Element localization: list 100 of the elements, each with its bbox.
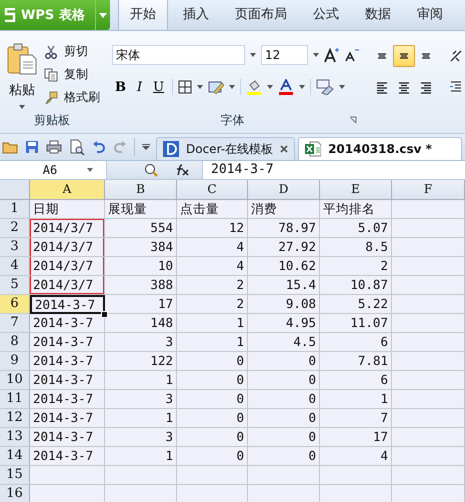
dropdown-caret-icon[interactable] (299, 85, 306, 89)
name-box[interactable]: A6 (0, 161, 107, 179)
clear-format-icon[interactable] (316, 79, 334, 95)
table-cell[interactable]: 10.87 (320, 276, 392, 295)
borders-icon[interactable] (178, 80, 192, 94)
table-cell[interactable]: 2014/3/7 (30, 219, 105, 238)
close-icon[interactable] (280, 145, 288, 153)
table-cell[interactable]: 5.07 (320, 219, 392, 238)
row-header[interactable]: 3 (0, 238, 30, 257)
shrink-font-icon[interactable] (345, 48, 359, 62)
table-cell[interactable]: 0 (177, 390, 248, 409)
customize-caret-icon[interactable] (142, 144, 150, 150)
column-header[interactable]: D (248, 180, 320, 200)
table-cell[interactable] (392, 333, 465, 352)
column-header[interactable]: E (320, 180, 392, 200)
table-cell[interactable] (320, 466, 392, 485)
table-cell[interactable]: 12 (177, 219, 248, 238)
table-cell[interactable] (392, 276, 465, 295)
table-cell[interactable] (392, 200, 465, 219)
row-header[interactable]: 7 (0, 314, 30, 333)
column-header[interactable]: B (105, 180, 177, 200)
table-cell[interactable]: 2014-3-7 (30, 352, 105, 371)
table-cell[interactable]: 1 (320, 390, 392, 409)
table-cell[interactable]: 消费 (248, 200, 320, 219)
row-header[interactable]: 9 (0, 352, 30, 371)
dropdown-caret-icon[interactable] (250, 53, 256, 57)
row-header[interactable]: 4 (0, 257, 30, 276)
document-tab[interactable]: Docer-在线模板 (156, 137, 296, 160)
table-cell[interactable] (392, 428, 465, 447)
table-cell[interactable]: 10.62 (248, 257, 320, 276)
table-cell[interactable]: 展现量 (105, 200, 177, 219)
dropdown-caret-icon[interactable] (197, 85, 204, 89)
table-cell[interactable]: 2 (177, 276, 248, 295)
grow-font-icon[interactable] (324, 47, 340, 63)
table-cell[interactable]: 日期 (30, 200, 105, 219)
ribbon-tab[interactable]: 审阅 (406, 0, 454, 30)
table-cell[interactable]: 2014-3-7 (30, 447, 105, 466)
table-cell[interactable]: 27.92 (248, 238, 320, 257)
table-cell[interactable] (392, 219, 465, 238)
active-cell[interactable]: 2014-3-7 (30, 295, 105, 314)
font-color-icon[interactable] (278, 79, 294, 95)
table-cell[interactable]: 2014/3/7 (30, 257, 105, 276)
column-header[interactable]: F (392, 180, 465, 200)
undo-icon[interactable] (92, 140, 106, 154)
text-direction-icon[interactable] (449, 49, 463, 63)
table-cell[interactable] (30, 466, 105, 485)
folder-icon[interactable] (2, 140, 18, 154)
table-cell[interactable]: 0 (248, 428, 320, 447)
table-cell[interactable] (392, 314, 465, 333)
table-cell[interactable]: 2 (320, 257, 392, 276)
table-cell[interactable]: 384 (105, 238, 177, 257)
row-header[interactable]: 5 (0, 276, 30, 295)
table-cell[interactable]: 10 (105, 257, 177, 276)
column-header[interactable]: A (30, 180, 105, 200)
table-cell[interactable] (392, 409, 465, 428)
table-cell[interactable]: 4 (177, 257, 248, 276)
table-cell[interactable]: 0 (248, 447, 320, 466)
table-cell[interactable]: 1 (105, 371, 177, 390)
table-cell[interactable]: 0 (177, 428, 248, 447)
table-cell[interactable]: 148 (105, 314, 177, 333)
row-header[interactable]: 8 (0, 333, 30, 352)
table-cell[interactable] (392, 295, 465, 314)
indent-icon[interactable] (449, 79, 461, 93)
font-style-button[interactable]: U (150, 80, 168, 94)
ribbon-tab[interactable]: 公式 (302, 0, 350, 30)
row-header[interactable]: 1 (0, 200, 30, 219)
table-cell[interactable]: 3 (105, 333, 177, 352)
table-cell[interactable]: 0 (248, 390, 320, 409)
table-cell[interactable]: 17 (320, 428, 392, 447)
table-cell[interactable]: 0 (248, 409, 320, 428)
paste-button[interactable]: 粘贴 (9, 81, 35, 99)
clipboard-action[interactable]: 剪切 (44, 43, 100, 60)
table-cell[interactable]: 1 (105, 409, 177, 428)
dropdown-caret-icon[interactable] (95, 0, 110, 30)
table-cell[interactable]: 0 (177, 409, 248, 428)
dropdown-caret-icon[interactable] (339, 85, 346, 89)
ribbon-tab[interactable]: 插入 (172, 0, 220, 30)
function-icon[interactable] (174, 163, 190, 177)
clipboard-action[interactable]: 格式刷 (44, 89, 100, 106)
table-cell[interactable]: 11.07 (320, 314, 392, 333)
table-cell[interactable]: 9.08 (248, 295, 320, 314)
table-cell[interactable] (392, 352, 465, 371)
table-cell[interactable]: 2 (177, 295, 248, 314)
font-style-button[interactable]: I (134, 80, 146, 94)
dropdown-caret-icon[interactable] (229, 85, 236, 89)
fill-color-icon[interactable] (246, 79, 262, 95)
printer-icon[interactable] (46, 140, 62, 154)
row-header[interactable]: 10 (0, 371, 30, 390)
table-cell[interactable]: 2014/3/7 (30, 238, 105, 257)
table-cell[interactable]: 2014-3-7 (30, 428, 105, 447)
table-cell[interactable]: 7.81 (320, 352, 392, 371)
fill-handle[interactable] (101, 311, 108, 318)
dropdown-caret-icon[interactable] (313, 53, 319, 57)
table-cell[interactable]: 78.97 (248, 219, 320, 238)
paste-icon[interactable] (7, 43, 37, 75)
formula-field[interactable]: 2014-3-7 (202, 161, 465, 179)
table-cell[interactable]: 388 (105, 276, 177, 295)
table-cell[interactable] (392, 466, 465, 485)
table-cell[interactable]: 0 (177, 352, 248, 371)
column-header[interactable]: C (177, 180, 248, 200)
